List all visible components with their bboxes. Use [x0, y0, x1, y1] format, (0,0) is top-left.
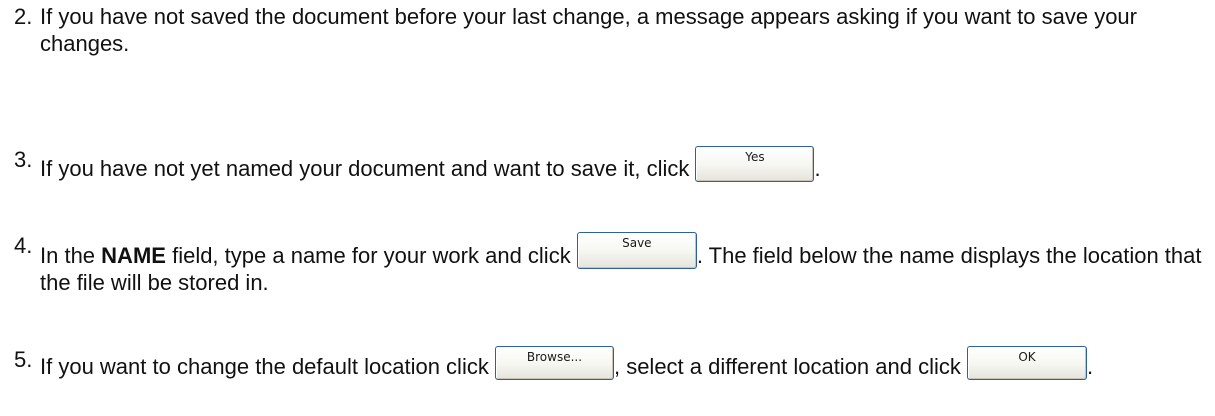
step-body: In the NAME field, type a name for your …	[40, 232, 1209, 296]
step-3: 3. If you have not yet named your docume…	[14, 146, 1209, 182]
step-number: 2.	[14, 4, 33, 29]
yes-button[interactable]: Yes	[695, 146, 815, 182]
step-text: If you want to change the default locati…	[40, 354, 489, 379]
ok-button-label: OK	[1018, 350, 1036, 364]
step-number: 3.	[14, 147, 33, 172]
step-number: 5.	[14, 347, 33, 372]
step-number: 4.	[14, 233, 33, 258]
step-text-end: .	[814, 156, 821, 181]
browse-button[interactable]: Browse...	[494, 346, 614, 380]
step-text: If you have not yet named your document …	[40, 156, 690, 181]
yes-button-label: Yes	[745, 150, 765, 164]
ok-button[interactable]: OK	[967, 346, 1087, 380]
step-text: field, type a name for your work and cli…	[172, 243, 571, 268]
name-field-label: NAME	[101, 243, 166, 268]
step-text: If you have not saved the document befor…	[40, 4, 1137, 56]
step-5: 5. If you want to change the default loc…	[14, 346, 1209, 380]
step-2: 2. If you have not saved the document be…	[14, 3, 1209, 57]
step-text: In the	[40, 243, 96, 268]
step-body: If you want to change the default locati…	[40, 346, 1209, 380]
save-button-label: Save	[622, 236, 652, 250]
step-text: , select a different location and click	[613, 354, 961, 379]
step-text-end: .	[1087, 354, 1094, 379]
step-body: If you have not yet named your document …	[40, 146, 1209, 182]
save-button[interactable]: Save	[576, 232, 697, 269]
step-4: 4. In the NAME field, type a name for yo…	[14, 232, 1209, 296]
browse-button-label: Browse...	[526, 350, 583, 364]
